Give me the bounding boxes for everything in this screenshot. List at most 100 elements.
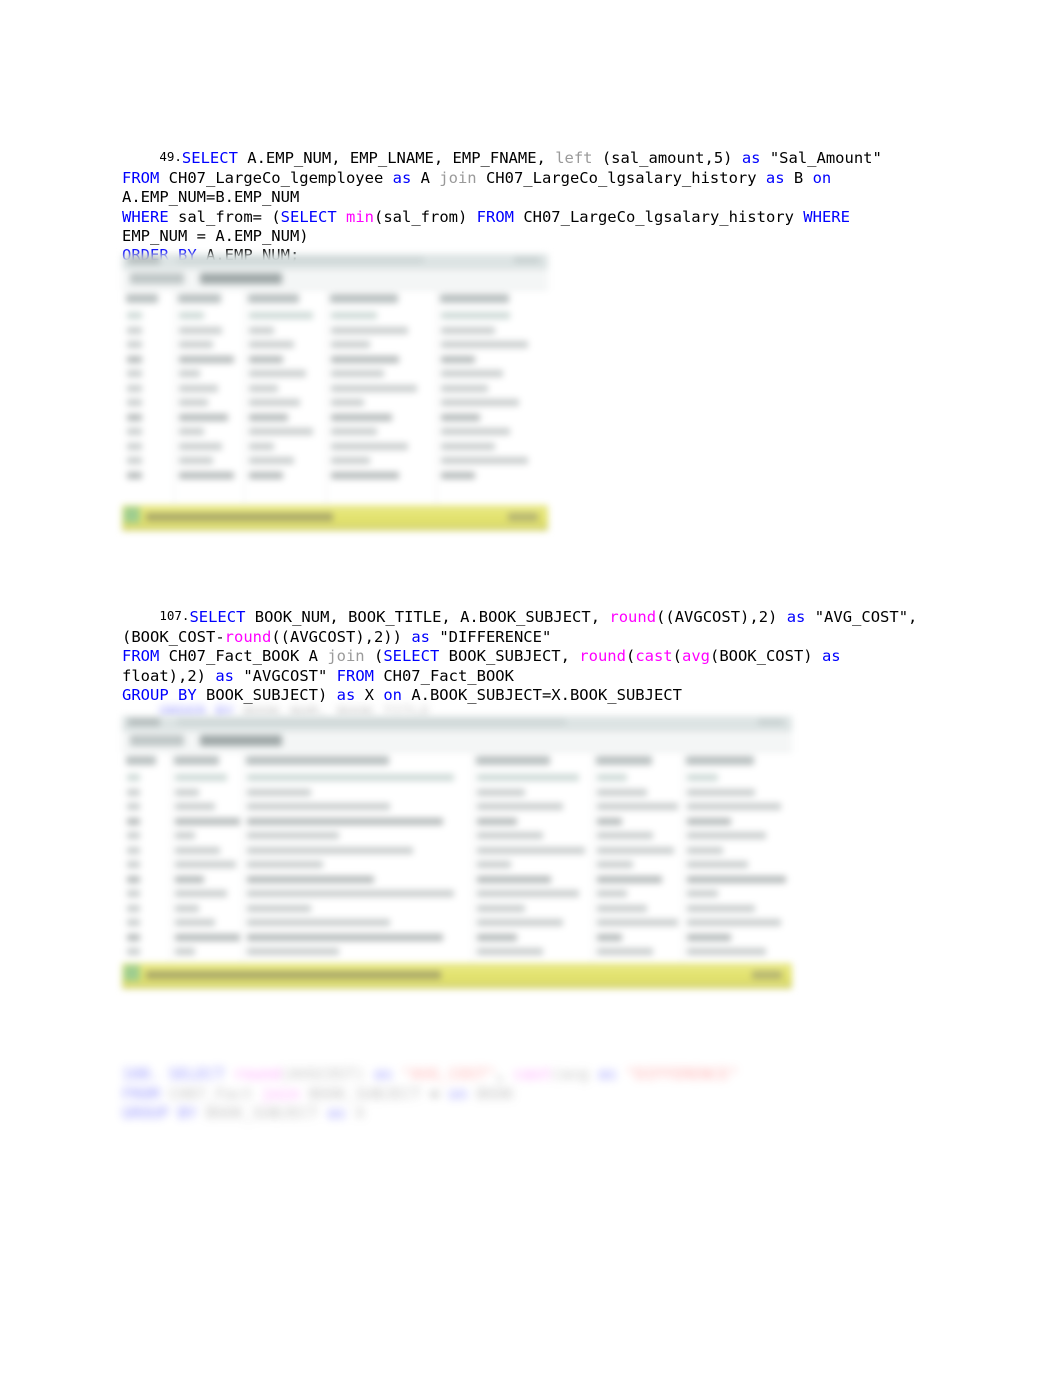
result-cell xyxy=(687,861,748,868)
result-column xyxy=(170,752,243,970)
result-cell xyxy=(127,442,142,450)
result-column xyxy=(472,752,593,970)
results-tabbar xyxy=(122,731,792,752)
result-cell xyxy=(597,890,627,897)
result-cell xyxy=(127,817,141,825)
status-bar-text xyxy=(146,971,441,979)
result-cell xyxy=(597,875,662,883)
result-cell xyxy=(597,846,674,854)
result-cell xyxy=(687,890,718,897)
result-cell xyxy=(179,457,213,464)
result-cell xyxy=(597,919,678,926)
result-grid xyxy=(122,290,548,505)
result-cell xyxy=(247,904,312,912)
result-cell xyxy=(687,774,718,781)
titlebar-controls-glyph xyxy=(758,719,784,725)
result-cell xyxy=(127,326,142,334)
result-cell xyxy=(175,788,199,796)
result-cell xyxy=(175,875,204,883)
result-cell xyxy=(175,832,196,839)
result-column xyxy=(436,290,548,505)
result-cell xyxy=(179,471,234,479)
result-cell xyxy=(687,904,756,912)
tab-messages xyxy=(200,735,282,746)
result-cell xyxy=(127,803,141,810)
result-cell xyxy=(687,875,786,883)
result-cell xyxy=(247,933,443,941)
result-column xyxy=(122,290,175,505)
result-cell xyxy=(179,384,218,392)
titlebar-controls-glyph xyxy=(514,257,540,263)
result-cell xyxy=(127,788,141,796)
result-cell xyxy=(127,904,141,912)
result-cell xyxy=(247,875,374,883)
column-header xyxy=(174,756,219,765)
result-cell xyxy=(597,904,647,912)
result-cell xyxy=(597,933,623,941)
column-header xyxy=(330,294,399,303)
connection-status-icon xyxy=(124,507,140,523)
sql-code-49: SELECT A.EMP_NUM, EMP_LNAME, EMP_FNAME, … xyxy=(122,149,882,264)
result-cell xyxy=(249,428,313,435)
result-cell xyxy=(247,919,390,926)
result-cell xyxy=(179,413,228,421)
result-cell xyxy=(175,803,215,810)
result-cell xyxy=(477,890,579,897)
result-cell xyxy=(127,933,141,941)
result-cell xyxy=(597,817,623,825)
result-cell xyxy=(127,312,142,319)
result-cell xyxy=(179,370,200,377)
result-cell xyxy=(331,399,364,406)
result-cell xyxy=(179,399,209,406)
result-cell xyxy=(441,471,475,479)
result-cell xyxy=(249,384,278,392)
result-cell xyxy=(687,817,731,825)
column-header xyxy=(440,294,510,303)
result-cell xyxy=(127,832,141,839)
result-cell xyxy=(477,861,511,868)
result-cell xyxy=(331,384,417,392)
result-cell xyxy=(127,774,141,781)
ssms-result-screenshot-107 xyxy=(122,716,792,989)
result-cell xyxy=(441,457,529,464)
result-cell xyxy=(179,326,223,334)
result-column xyxy=(592,752,683,970)
result-cell xyxy=(331,326,408,334)
result-cell xyxy=(249,326,274,334)
result-cell xyxy=(597,803,678,810)
result-cell xyxy=(441,399,520,406)
result-cell xyxy=(331,471,400,479)
document-page: 49.SELECT A.EMP_NUM, EMP_LNAME, EMP_FNAM… xyxy=(0,0,1062,1376)
result-cell xyxy=(331,457,370,464)
result-cell xyxy=(477,846,585,854)
result-column xyxy=(244,290,327,505)
result-grid xyxy=(122,752,792,970)
result-cell xyxy=(175,890,227,897)
result-cell xyxy=(441,326,495,334)
result-cell xyxy=(687,803,781,810)
result-cell xyxy=(477,832,543,839)
result-cell xyxy=(175,774,227,781)
result-cell xyxy=(441,384,489,392)
result-cell xyxy=(175,948,196,955)
result-cell xyxy=(249,457,295,464)
result-cell xyxy=(247,817,443,825)
status-bar xyxy=(122,505,548,531)
status-bar-text xyxy=(146,513,334,521)
result-column xyxy=(326,290,437,505)
connection-status-icon xyxy=(124,965,140,981)
result-cell xyxy=(247,832,339,839)
result-cell xyxy=(127,384,142,392)
result-cell xyxy=(127,948,141,955)
result-cell xyxy=(175,817,240,825)
column-header xyxy=(476,756,551,765)
result-cell xyxy=(127,399,142,406)
result-cell xyxy=(175,933,240,941)
result-cell xyxy=(687,948,767,955)
result-cell xyxy=(179,442,223,450)
list-number-107: 107. xyxy=(159,608,190,624)
result-cell xyxy=(247,803,390,810)
result-cell xyxy=(175,919,215,926)
result-cell xyxy=(597,861,633,868)
result-cell xyxy=(127,890,141,897)
